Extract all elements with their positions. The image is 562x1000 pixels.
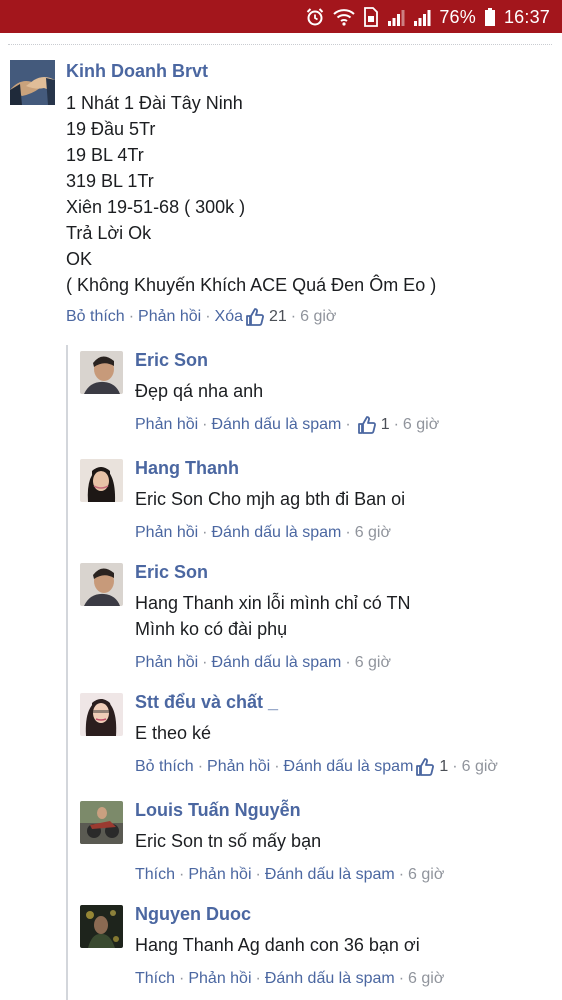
reply-actions: Phản hồi · Đánh dấu là spam · 6 giờ [135, 652, 545, 674]
unlike-link[interactable]: Bỏ thích [66, 306, 125, 328]
thumbs-up-icon[interactable] [415, 757, 435, 777]
status-bar: 76% 16:37 [0, 0, 562, 33]
reply-text: E theo ké [135, 720, 545, 746]
mark-spam-link[interactable]: Đánh dấu là spam [212, 414, 342, 436]
mark-spam-link[interactable]: Đánh dấu là spam [212, 522, 342, 544]
divider [8, 44, 552, 45]
reply-line: Đẹp qá nha anh [135, 381, 264, 401]
status-icons: 76% 16:37 [305, 4, 550, 30]
thumbs-up-icon[interactable] [245, 307, 265, 327]
avatar[interactable] [80, 351, 123, 394]
reply-line: Hang Thanh Ag danh con 36 bạn ơi [135, 935, 420, 955]
reply-line: Hang Thanh xin lỗi mình chỉ có TN [135, 593, 411, 613]
reply-link[interactable]: Phản hồi [135, 652, 198, 674]
signal-icon [387, 7, 405, 27]
timestamp: 6 giờ [354, 654, 391, 671]
reply-author[interactable]: Eric Son [135, 559, 545, 585]
reply-actions: Thích · Phản hồi · Đánh dấu là spam · 6 … [135, 968, 545, 990]
reply-actions: Bỏ thích · Phản hồi · Đánh dấu là spam 1… [135, 756, 545, 778]
comment-text: 1 Nhát 1 Đài Tây Ninh 19 Đầu 5Tr 19 BL 4… [66, 90, 546, 298]
timestamp: 6 giờ [408, 866, 445, 883]
like-link[interactable]: Thích [135, 968, 175, 990]
reply-text: Hang Thanh xin lỗi mình chỉ có TN Mình k… [135, 590, 545, 642]
mark-spam-link[interactable]: Đánh dấu là spam [265, 864, 395, 886]
clock: 16:37 [503, 6, 550, 27]
like-count: 21 [269, 308, 287, 325]
reply-author[interactable]: Louis Tuấn Nguyễn [135, 797, 545, 823]
avatar[interactable] [80, 801, 123, 844]
reply-link[interactable]: Phản hồi [207, 756, 270, 778]
avatar[interactable] [80, 905, 123, 948]
comment-line: 1 Nhát 1 Đài Tây Ninh [66, 93, 243, 113]
like-count: 1 [380, 416, 390, 433]
reply-actions: Phản hồi · Đánh dấu là spam · 6 giờ [135, 522, 545, 544]
like-count: 1 [439, 758, 449, 775]
comment-line: 319 BL 1Tr [66, 171, 154, 191]
mark-spam-link[interactable]: Đánh dấu là spam [284, 756, 414, 778]
avatar[interactable] [80, 459, 123, 502]
avatar[interactable] [80, 563, 123, 606]
reply-text: Đẹp qá nha anh [135, 378, 545, 404]
reply-text: Eric Son tn số mấy bạn [135, 828, 545, 854]
reply-line: Eric Son Cho mjh ag bth đi Ban oi [135, 489, 406, 509]
reply-author[interactable]: Stt đểu và chất _ [135, 689, 545, 715]
reply-author[interactable]: Eric Son [135, 347, 545, 373]
reply-text: Hang Thanh Ag danh con 36 bạn ơi [135, 932, 545, 958]
battery-icon [484, 7, 496, 27]
timestamp: 6 giờ [354, 524, 391, 541]
sim-icon [363, 7, 379, 27]
replies-thread: Eric Son Đẹp qá nha anh Phản hồi · Đánh … [66, 345, 556, 1000]
reply-link[interactable]: Phản hồi [188, 968, 251, 990]
reply-actions: Thích · Phản hồi · Đánh dấu là spam · 6 … [135, 864, 545, 886]
signal-icon [413, 7, 431, 27]
timestamp: 6 giờ [408, 970, 445, 987]
comment-line: OK [66, 249, 93, 269]
author-name[interactable]: Kinh Doanh Brvt [66, 58, 546, 84]
reply-link[interactable]: Phản hồi [135, 414, 198, 436]
reply-author[interactable]: Hang Thanh [135, 455, 545, 481]
timestamp: 6 giờ [300, 308, 337, 325]
battery-percent: 76% [439, 6, 476, 27]
reply-author[interactable]: Nguyen Duoc [135, 901, 545, 927]
reply-link[interactable]: Phản hồi [188, 864, 251, 886]
wifi-icon [333, 7, 355, 27]
comment-line: 19 BL 4Tr [66, 145, 144, 165]
comment-line: ( Không Khuyến Khích ACE Quá Đen Ôm Eo ) [66, 275, 437, 295]
alarm-icon [305, 7, 325, 27]
timestamp: 6 giờ [402, 416, 440, 433]
delete-link[interactable]: Xóa [215, 306, 243, 328]
unlike-link[interactable]: Bỏ thích [135, 756, 194, 778]
reply-link[interactable]: Phản hồi [138, 306, 201, 328]
mark-spam-link[interactable]: Đánh dấu là spam [265, 968, 395, 990]
author-avatar[interactable] [10, 60, 55, 105]
reply-text: Eric Son Cho mjh ag bth đi Ban oi [135, 486, 545, 512]
like-link[interactable]: Thích [135, 864, 175, 886]
comment-line: Trả Lời Ok [66, 223, 152, 243]
comment-line: 19 Đầu 5Tr [66, 119, 156, 139]
comment-line: Xiên 19-51-68 ( 300k ) [66, 197, 246, 217]
reply-line: Eric Son tn số mấy bạn [135, 831, 322, 851]
reply-link[interactable]: Phản hồi [135, 522, 198, 544]
reply-line: Mình ko có đài phụ [135, 619, 288, 639]
avatar[interactable] [80, 693, 123, 736]
reply-line: E theo ké [135, 723, 212, 743]
reply-actions: Phản hồi · Đánh dấu là spam · 1 · 6 giờ [135, 414, 545, 436]
mark-spam-link[interactable]: Đánh dấu là spam [212, 652, 342, 674]
timestamp: 6 giờ [461, 758, 498, 775]
comment-actions: Bỏ thích · Phản hồi · Xóa 21 · 6 giờ [66, 306, 546, 328]
thumbs-up-icon[interactable] [357, 415, 377, 435]
